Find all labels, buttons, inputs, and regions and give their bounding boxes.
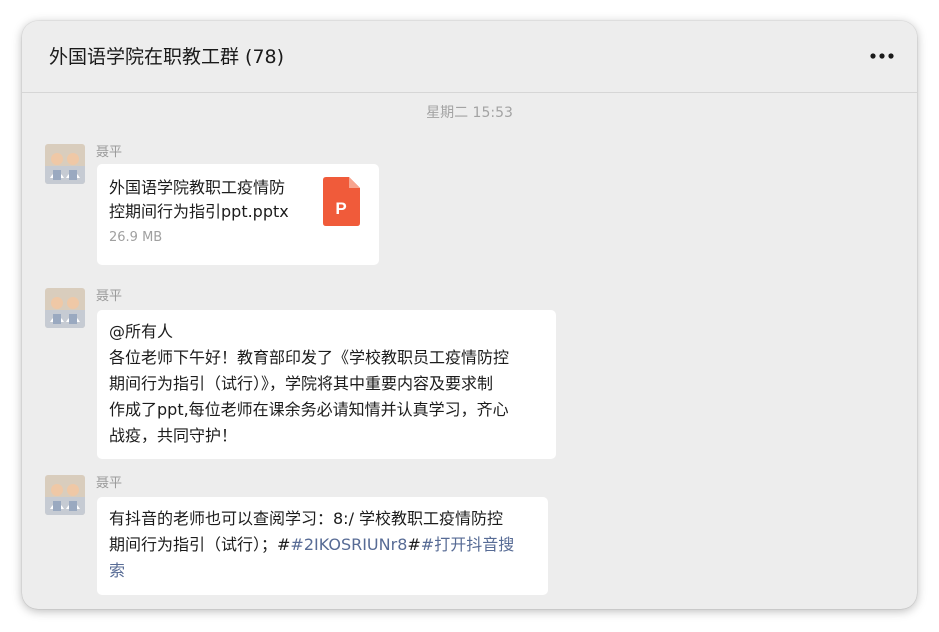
text-message-bubble[interactable]: 有抖音的老师也可以查阅学习：8:/ 学校教职工疫情防控 期间行为指引（试行）；#… (97, 497, 548, 595)
sender-name: 聂平 (96, 145, 123, 160)
hashtag-link[interactable]: #2IKOSRIUNr8 (290, 535, 407, 554)
message-line: 有抖音的老师也可以查阅学习：8:/ 学校教职工疫情防控 (109, 509, 504, 528)
more-options-button[interactable] (867, 41, 897, 71)
sender-name: 聂平 (96, 476, 123, 491)
chat-header: 外国语学院在职教工群 (78) (22, 21, 917, 93)
avatar[interactable] (45, 288, 85, 328)
ppt-file-icon: P (323, 177, 360, 226)
file-size: 26.9 MB (109, 230, 163, 245)
avatar[interactable] (45, 144, 85, 184)
douyin-search-link[interactable]: 索 (109, 561, 125, 580)
message-line: 期间行为指引（试行）；##2IKOSRIUNr8##打开抖音搜 (109, 532, 536, 558)
message-line: @所有人 (109, 322, 174, 341)
message-text: # (407, 535, 421, 554)
file-name: 外国语学院教职工疫情防 控期间行为指引ppt.pptx (109, 178, 289, 221)
message-timestamp: 星期二 15:53 (426, 105, 513, 121)
ppt-icon-letter: P (335, 199, 346, 218)
chat-window: 外国语学院在职教工群 (78) 星期二 15:53 聂平 外国语学院教职工疫情防… (22, 21, 917, 609)
message-line: 战疫，共同守护！ (109, 426, 238, 445)
more-dots-icon (870, 53, 894, 59)
message-text: 期间行为指引（试行）；# (109, 535, 291, 554)
file-message-bubble[interactable]: 外国语学院教职工疫情防 控期间行为指引ppt.pptx 26.9 MB P (97, 164, 379, 265)
douyin-search-link[interactable]: #打开抖音搜 (421, 535, 514, 554)
text-message-bubble[interactable]: @所有人 各位老师下午好！教育部印发了《学校教职员工疫情防控 期间行为指引（试行… (97, 310, 556, 459)
sender-name: 聂平 (96, 289, 123, 304)
message-line: 索 (109, 558, 536, 584)
message-line: 各位老师下午好！教育部印发了《学校教职员工疫情防控 (109, 348, 510, 367)
chat-title: 外国语学院在职教工群 (78) (49, 46, 285, 68)
message-line: 作成了ppt,每位老师在课余务必请知情并认真学习，齐心 (109, 400, 509, 419)
avatar[interactable] (45, 475, 85, 515)
message-line: 期间行为指引（试行）》，学院将其中重要内容及要求制 (109, 374, 494, 393)
